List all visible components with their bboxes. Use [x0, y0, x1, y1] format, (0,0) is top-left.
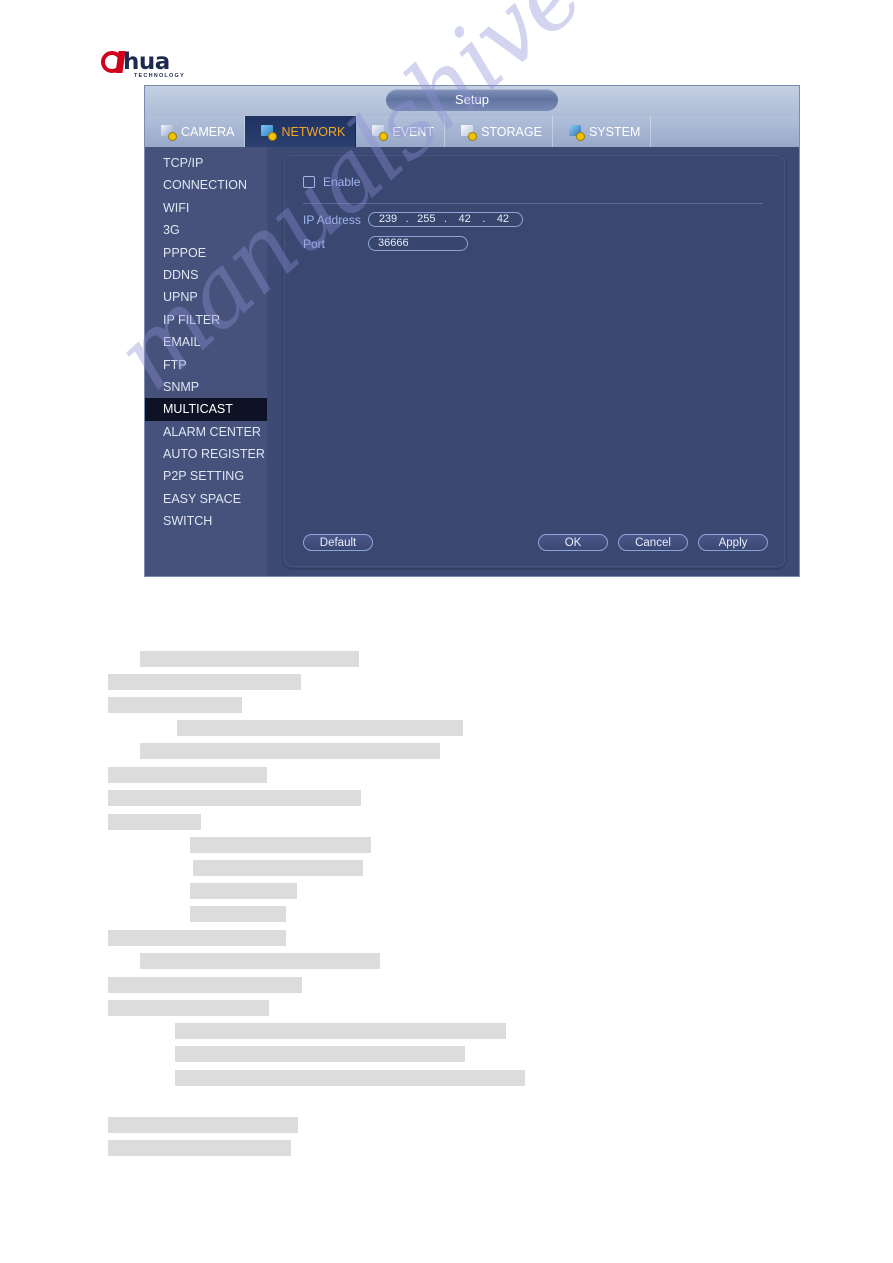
redacted-line	[190, 837, 371, 853]
redacted-line	[108, 1000, 269, 1016]
cancel-button[interactable]: Cancel	[618, 534, 688, 551]
tab-camera-label: CAMERA	[181, 124, 235, 139]
ip-octet-4[interactable]: 42	[491, 212, 515, 227]
redacted-line	[108, 930, 286, 946]
redacted-line	[140, 743, 440, 759]
sidebar-item-wifi[interactable]: WIFI	[145, 197, 267, 219]
port-row: Port 36666	[303, 236, 468, 251]
main-tab-bar: CAMERA NETWORK EVENT STORAGE SYSTEM	[145, 116, 799, 148]
redacted-line	[175, 1023, 506, 1039]
tab-camera[interactable]: CAMERA	[145, 116, 246, 147]
port-input[interactable]: 36666	[368, 236, 468, 251]
sidebar-item-auto-register[interactable]: AUTO REGISTER	[145, 443, 267, 465]
tab-system-label: SYSTEM	[588, 124, 641, 139]
sidebar-item-3g[interactable]: 3G	[145, 219, 267, 241]
ip-octet-1[interactable]: 239	[376, 212, 400, 227]
sidebar-item-tcp-ip[interactable]: TCP/IP	[145, 152, 267, 174]
enable-checkbox[interactable]	[303, 176, 315, 188]
redacted-line	[108, 977, 302, 993]
network-icon	[261, 124, 277, 140]
redacted-line	[177, 720, 463, 736]
tab-system[interactable]: SYSTEM	[553, 116, 652, 147]
sidebar-item-snmp[interactable]: SNMP	[145, 376, 267, 398]
redacted-line	[108, 814, 201, 830]
camera-icon	[161, 124, 176, 140]
sidebar-item-ftp[interactable]: FTP	[145, 354, 267, 376]
ip-address-input[interactable]: 239 . 255 . 42 . 42	[368, 212, 523, 227]
enable-label: Enable	[323, 175, 361, 189]
redacted-line	[108, 767, 267, 783]
dialog-button-group: OK Cancel Apply	[538, 534, 768, 551]
redacted-line	[108, 697, 242, 713]
multicast-settings-panel: Enable IP Address 239 . 255 . 42 . 42 Po…	[283, 154, 786, 568]
sidebar-item-email[interactable]: EMAIL	[145, 331, 267, 353]
event-icon	[372, 124, 388, 140]
tab-event-label: EVENT	[392, 124, 435, 139]
default-button[interactable]: Default	[303, 534, 373, 551]
logo-tagline: TECHNOLOGY	[134, 73, 185, 79]
tab-event[interactable]: EVENT	[356, 116, 446, 147]
redacted-line	[108, 1140, 291, 1156]
ip-address-row: IP Address 239 . 255 . 42 . 42	[303, 212, 523, 227]
network-sidebar: TCP/IP CONNECTION WIFI 3G PPPOE DDNS UPNP IP FI…	[145, 147, 267, 576]
redacted-line	[190, 906, 286, 922]
redacted-line	[108, 790, 361, 806]
sidebar-item-easy-space[interactable]: EASY SPACE	[145, 488, 267, 510]
redacted-line	[175, 1046, 465, 1062]
sidebar-item-ip-filter[interactable]: IP FILTER	[145, 309, 267, 331]
tab-network[interactable]: NETWORK	[245, 116, 357, 147]
window-body: TCP/IP CONNECTION WIFI 3G PPPOE DDNS UPNP IP FI…	[145, 147, 799, 576]
setup-window: Setup CAMERA NETWORK EVENT STORAGE SYSTE…	[145, 86, 799, 576]
tab-network-label: NETWORK	[281, 124, 346, 139]
tab-storage[interactable]: STORAGE	[445, 116, 553, 147]
ip-octet-3[interactable]: 42	[453, 212, 477, 227]
port-label: Port	[303, 236, 326, 251]
sidebar-item-p2p-setting[interactable]: P2P SETTING	[145, 465, 267, 487]
ip-dot-2: .	[443, 213, 447, 225]
redacted-line	[193, 860, 363, 876]
sidebar-item-connection[interactable]: CONNECTION	[145, 174, 267, 196]
redacted-line	[140, 953, 380, 969]
storage-icon	[461, 124, 477, 140]
sidebar-item-switch[interactable]: SWITCH	[145, 510, 267, 532]
section-divider	[303, 203, 763, 204]
ok-button[interactable]: OK	[538, 534, 608, 551]
system-icon	[568, 124, 584, 140]
ip-dot-1: .	[405, 213, 409, 225]
sidebar-item-upnp[interactable]: UPNP	[145, 286, 267, 308]
logo-wordmark: hua	[123, 49, 170, 75]
ip-dot-3: .	[482, 213, 486, 225]
redacted-line	[140, 651, 359, 667]
sidebar-item-pppoe[interactable]: PPPOE	[145, 242, 267, 264]
window-titlebar: Setup	[145, 86, 799, 117]
sidebar-item-alarm-center[interactable]: ALARM CENTER	[145, 421, 267, 443]
redacted-line	[190, 883, 297, 899]
redacted-line	[108, 1117, 298, 1133]
apply-button[interactable]: Apply	[698, 534, 768, 551]
sidebar-item-multicast[interactable]: MULTICAST	[145, 398, 267, 421]
redacted-line	[175, 1070, 525, 1086]
sidebar-item-ddns[interactable]: DDNS	[145, 264, 267, 286]
window-title: Setup	[386, 89, 558, 111]
ip-octet-2[interactable]: 255	[414, 212, 438, 227]
ip-address-label: IP Address	[303, 212, 361, 227]
dahua-logo: hua TECHNOLOGY	[101, 49, 213, 83]
tab-storage-label: STORAGE	[481, 124, 542, 139]
enable-row[interactable]: Enable	[303, 175, 360, 189]
redacted-line	[108, 674, 301, 690]
